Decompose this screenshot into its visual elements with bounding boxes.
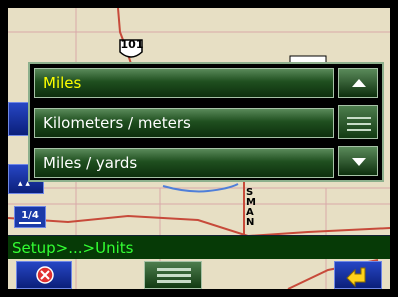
- back-button[interactable]: [334, 261, 382, 289]
- breadcrumb: Setup>...>Units: [8, 235, 390, 259]
- units-option-miles[interactable]: Miles: [34, 68, 334, 98]
- units-list-popup: Miles Kilometers / meters Miles / yards: [28, 62, 384, 182]
- units-option-kilometers-meters[interactable]: Kilometers / meters: [34, 108, 334, 138]
- units-option-label: Miles: [43, 74, 82, 92]
- units-option-label: Miles / yards: [43, 154, 138, 172]
- list-scrollbar[interactable]: [338, 68, 378, 176]
- scroll-up-button[interactable]: [338, 68, 378, 98]
- triangle-down-icon: [352, 158, 366, 166]
- device-screen: 101 SMAN ▴ ▴ 1/4 Miles Kilometers / mete…: [0, 0, 398, 297]
- menu-button[interactable]: [144, 261, 202, 289]
- scroll-thumb[interactable]: [338, 105, 378, 139]
- triangle-up-icon: [352, 79, 366, 87]
- bottom-toolbar: [8, 261, 390, 289]
- menu-icon: [157, 268, 191, 283]
- scroll-down-button[interactable]: [338, 146, 378, 176]
- map-scale: 1/4: [14, 206, 46, 228]
- units-option-miles-yards[interactable]: Miles / yards: [34, 148, 334, 178]
- highway-number: 101: [120, 38, 144, 51]
- units-option-label: Kilometers / meters: [43, 114, 191, 132]
- back-icon: [346, 267, 366, 288]
- street-label: SMAN: [246, 187, 256, 228]
- cancel-icon: [36, 266, 54, 284]
- cancel-button[interactable]: [16, 261, 72, 289]
